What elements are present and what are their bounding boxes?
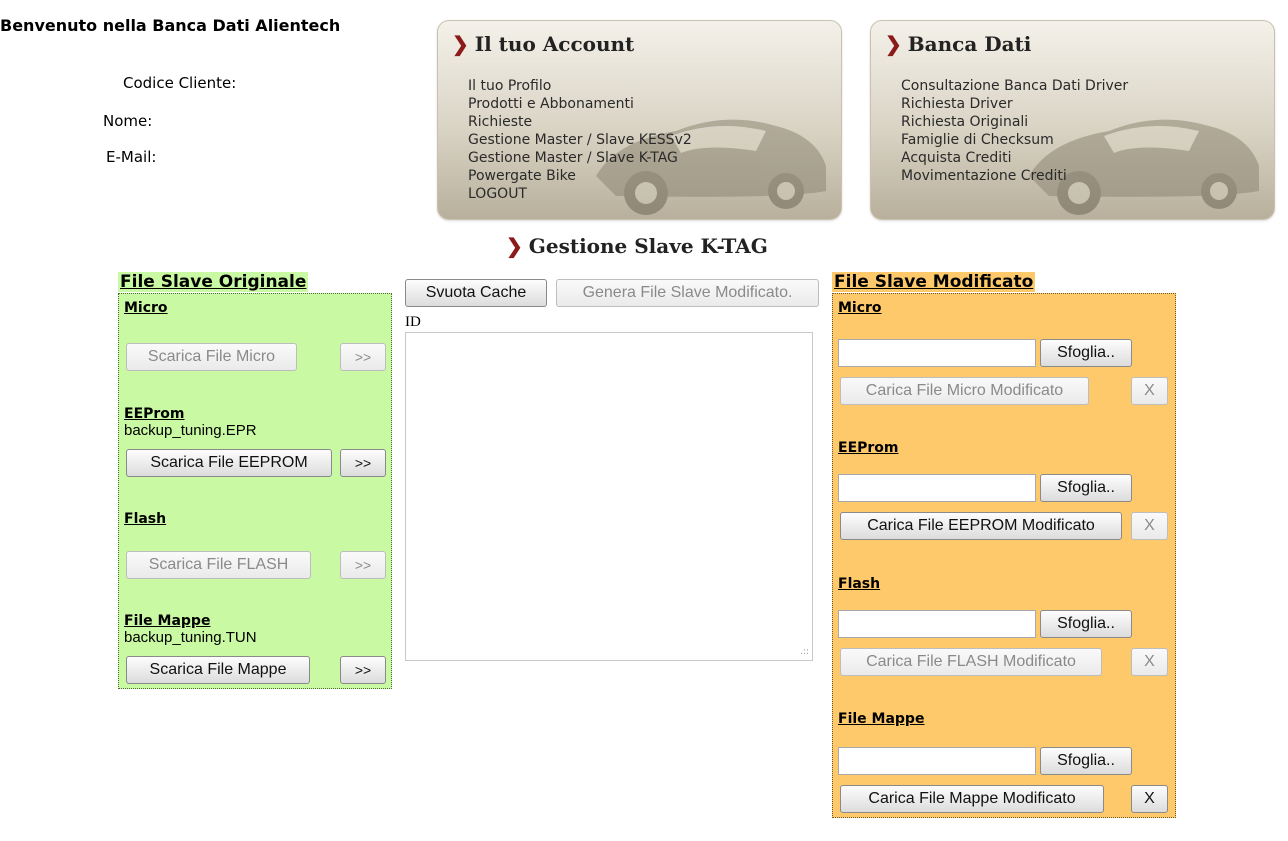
client-code-label: Codice Cliente: xyxy=(123,74,237,92)
maps-file-input[interactable] xyxy=(838,747,1036,775)
id-label: ID xyxy=(405,314,421,330)
flash-file-input[interactable] xyxy=(838,610,1036,638)
maps-filename: backup_tuning.TUN xyxy=(124,629,257,646)
generate-modified-button[interactable]: Genera File Slave Modificato. xyxy=(556,279,819,307)
chevron-right-icon: ❯ xyxy=(885,32,902,56)
modified-box-title: File Slave Modificato xyxy=(832,272,1036,292)
download-maps-button[interactable]: Scarica File Mappe xyxy=(126,656,310,684)
menu-item-ktag[interactable]: Gestione Master / Slave K-TAG xyxy=(468,149,692,167)
account-menu: Il tuo Profilo Prodotti e Abbonamenti Ri… xyxy=(468,77,692,203)
menu-item-driver-request[interactable]: Richiesta Driver xyxy=(901,95,1128,113)
eeprom-filename: backup_tuning.EPR xyxy=(124,422,257,439)
menu-item-powergate[interactable]: Powergate Bike xyxy=(468,167,692,185)
upload-micro-button[interactable]: Carica File Micro Modificato xyxy=(840,377,1089,405)
download-eeprom-button[interactable]: Scarica File EEPROM xyxy=(126,449,332,477)
upload-flash-button[interactable]: Carica File FLASH Modificato xyxy=(840,648,1102,676)
maps-transfer-button[interactable]: >> xyxy=(340,656,386,684)
micro-remove-button[interactable]: X xyxy=(1131,377,1168,405)
menu-item-requests[interactable]: Richieste xyxy=(468,113,692,131)
modified-file-box xyxy=(832,293,1176,818)
divider xyxy=(885,61,1260,62)
eeprom-browse-button[interactable]: Sfoglia.. xyxy=(1040,474,1132,502)
modified-eeprom-label: EEProm xyxy=(838,440,899,456)
database-panel-title: ❯ Banca Dati xyxy=(885,32,1032,56)
database-menu: Consultazione Banca Dati Driver Richiest… xyxy=(901,77,1128,185)
chevron-right-icon: ❯ xyxy=(452,32,469,56)
section-title: ❯ Gestione Slave K-TAG xyxy=(506,234,768,258)
upload-eeprom-button[interactable]: Carica File EEPROM Modificato xyxy=(840,512,1122,540)
account-panel: ❯ Il tuo Account Il tuo Profilo Prodotti … xyxy=(437,20,842,220)
eeprom-file-input[interactable] xyxy=(838,474,1036,502)
menu-item-originals-request[interactable]: Richiesta Originali xyxy=(901,113,1128,131)
original-flash-label: Flash xyxy=(124,511,167,527)
flash-browse-button[interactable]: Sfoglia.. xyxy=(1040,610,1132,638)
micro-transfer-button[interactable]: >> xyxy=(340,343,386,371)
menu-item-logout[interactable]: LOGOUT xyxy=(468,185,692,203)
micro-browse-button[interactable]: Sfoglia.. xyxy=(1040,339,1132,367)
menu-item-kessv2[interactable]: Gestione Master / Slave KESSv2 xyxy=(468,131,692,149)
flash-remove-button[interactable]: X xyxy=(1131,648,1168,676)
eeprom-remove-button[interactable]: X xyxy=(1131,512,1168,540)
id-textarea[interactable]: .:: xyxy=(405,332,813,661)
original-micro-label: Micro xyxy=(124,300,168,316)
eeprom-transfer-button[interactable]: >> xyxy=(340,449,386,477)
modified-maps-label: File Mappe xyxy=(838,711,925,727)
download-flash-button[interactable]: Scarica File FLASH xyxy=(126,551,311,579)
chevron-right-icon: ❯ xyxy=(506,234,523,258)
divider xyxy=(452,61,827,62)
menu-item-credit-history[interactable]: Movimentazione Crediti xyxy=(901,167,1128,185)
email-label: E-Mail: xyxy=(106,148,157,166)
account-panel-title: ❯ Il tuo Account xyxy=(452,32,635,56)
menu-item-driver-db[interactable]: Consultazione Banca Dati Driver xyxy=(901,77,1128,95)
welcome-title: Benvenuto nella Banca Dati Alientech xyxy=(0,16,341,35)
clear-cache-button[interactable]: Svuota Cache xyxy=(405,279,547,307)
maps-remove-button[interactable]: X xyxy=(1131,785,1168,813)
maps-browse-button[interactable]: Sfoglia.. xyxy=(1040,747,1132,775)
download-micro-button[interactable]: Scarica File Micro xyxy=(126,343,297,371)
micro-file-input[interactable] xyxy=(838,339,1036,367)
original-eeprom-label: EEProm xyxy=(124,406,185,422)
modified-micro-label: Micro xyxy=(838,300,882,316)
resize-grip-icon[interactable]: .:: xyxy=(800,647,809,657)
original-box-title: File Slave Originale xyxy=(118,272,309,292)
menu-item-products[interactable]: Prodotti e Abbonamenti xyxy=(468,95,692,113)
modified-flash-label: Flash xyxy=(838,576,881,592)
upload-maps-button[interactable]: Carica File Mappe Modificato xyxy=(840,785,1104,813)
name-label: Nome: xyxy=(103,112,153,130)
menu-item-checksum[interactable]: Famiglie di Checksum xyxy=(901,131,1128,149)
original-maps-label: File Mappe xyxy=(124,613,211,629)
menu-item-profile[interactable]: Il tuo Profilo xyxy=(468,77,692,95)
database-panel: ❯ Banca Dati Consultazione Banca Dati Dri… xyxy=(870,20,1275,220)
menu-item-buy-credits[interactable]: Acquista Crediti xyxy=(901,149,1128,167)
flash-transfer-button[interactable]: >> xyxy=(340,551,386,579)
